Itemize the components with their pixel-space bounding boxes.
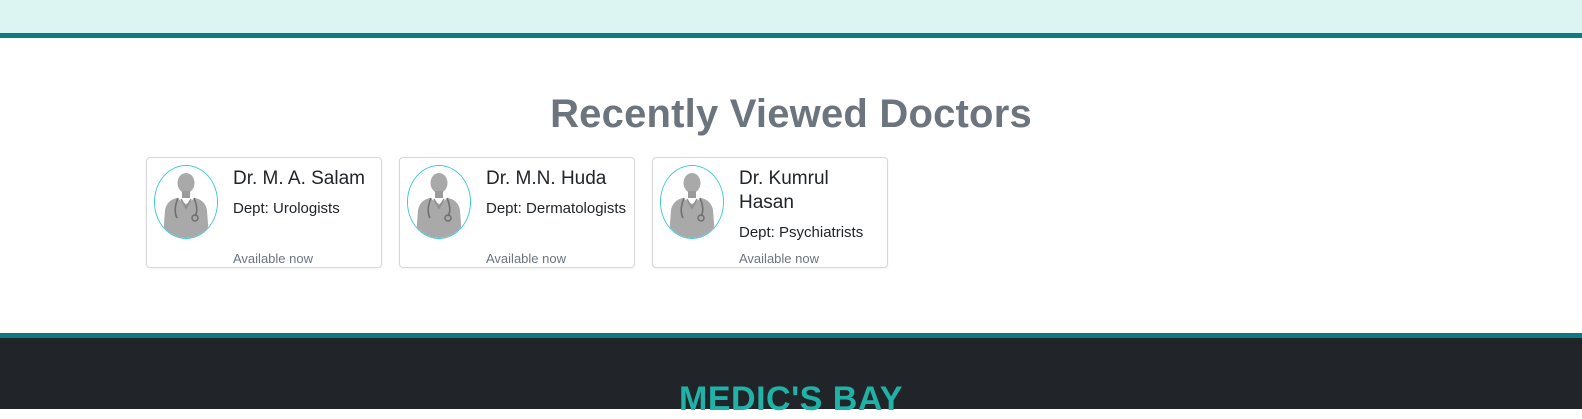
- doctor-dept: Dept: Psychiatrists: [739, 224, 864, 241]
- top-band: [0, 0, 1582, 38]
- doctor-availability: Available now: [486, 251, 566, 266]
- doctor-name: Dr. M.N. Huda: [486, 168, 607, 189]
- doctor-avatar-icon: [154, 165, 218, 239]
- doctor-availability: Available now: [739, 251, 819, 266]
- doctor-avatar-icon: [407, 165, 471, 239]
- doctor-card[interactable]: Dr. Kumrul Hasan Dept: Psychiatrists Ava…: [652, 157, 888, 268]
- recent-doctors-list: Dr. M. A. Salam Dept: Urologists Availab…: [146, 157, 888, 268]
- section-title: Recently Viewed Doctors: [550, 92, 1032, 136]
- footer-brand: MEDIC'S BAY: [679, 380, 903, 418]
- doctor-card[interactable]: Dr. M. A. Salam Dept: Urologists Availab…: [146, 157, 382, 268]
- doctor-avatar-icon: [408, 166, 470, 238]
- doctor-avatar-icon: [661, 166, 723, 238]
- doctor-card[interactable]: Dr. M.N. Huda Dept: Dermatologists Avail…: [399, 157, 635, 268]
- doctor-name: Dr. M. A. Salam: [233, 168, 365, 189]
- doctor-avatar-icon: [155, 166, 217, 238]
- doctor-availability: Available now: [233, 251, 313, 266]
- doctor-dept: Dept: Dermatologists: [486, 200, 627, 217]
- doctor-name: Dr. Kumrul Hasan: [739, 168, 829, 213]
- doctor-avatar-icon: [660, 165, 724, 239]
- footer: MEDIC'S BAY: [0, 333, 1582, 418]
- doctor-dept: Dept: Urologists: [233, 200, 340, 217]
